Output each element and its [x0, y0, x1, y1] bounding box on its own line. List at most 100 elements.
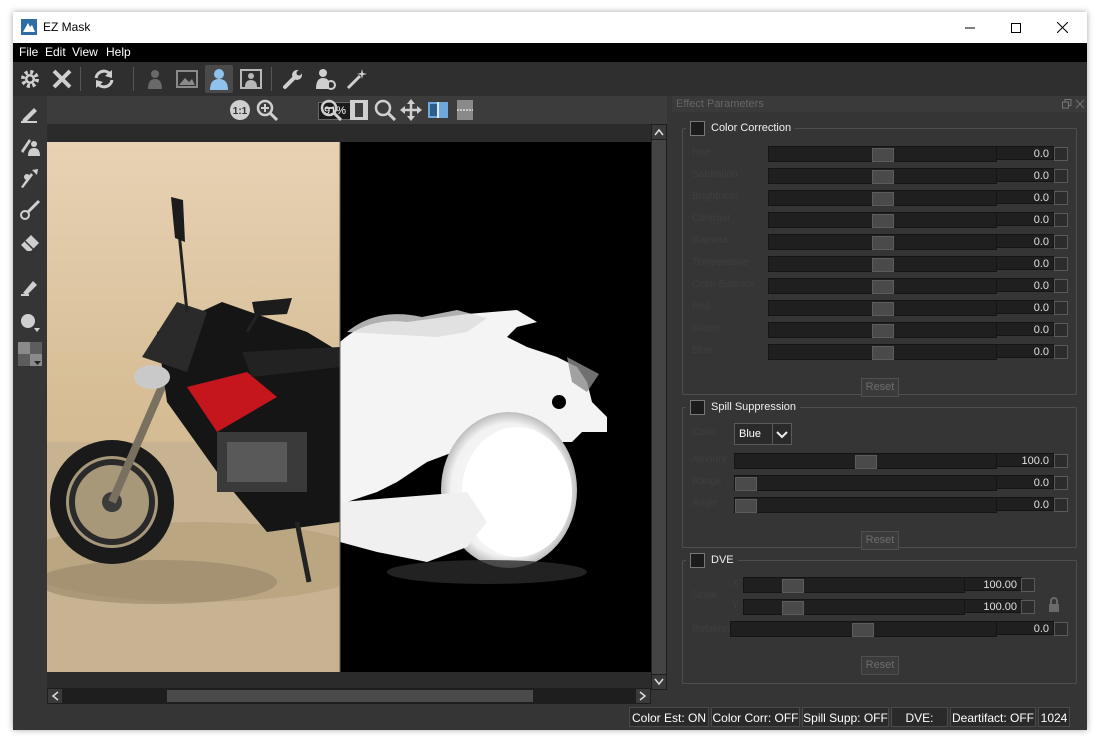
cc-param-value[interactable]: 0.0: [996, 322, 1054, 336]
cc-param-spin[interactable]: [1054, 279, 1068, 293]
spill-param-slider[interactable]: [734, 453, 997, 469]
spill-param-slider[interactable]: [734, 497, 997, 513]
dve-scale-x-value[interactable]: 100.00: [964, 577, 1022, 591]
color-correction-checkbox[interactable]: [690, 120, 705, 136]
split-horizontal-button[interactable]: [454, 99, 476, 121]
panel-close-icon[interactable]: [1075, 99, 1085, 109]
foreground-brush-button[interactable]: [16, 132, 44, 160]
cc-param-value[interactable]: 0.0: [996, 146, 1054, 160]
cc-param-slider[interactable]: [768, 344, 997, 360]
cc-param-slider[interactable]: [768, 146, 997, 162]
cc-param-value[interactable]: 0.0: [996, 190, 1054, 204]
menu-file[interactable]: File: [19, 45, 38, 59]
slider-handle[interactable]: [782, 579, 804, 593]
foreground-paint-button[interactable]: [16, 164, 44, 192]
maximize-button[interactable]: [993, 12, 1039, 43]
zoom-tool-button[interactable]: [374, 99, 396, 121]
dve-checkbox[interactable]: [690, 552, 705, 568]
pan-tool-button[interactable]: [400, 99, 422, 121]
spill-param-slider[interactable]: [734, 475, 997, 491]
one-to-one-button[interactable]: 1:1: [229, 99, 251, 121]
slider-handle[interactable]: [735, 477, 757, 491]
dve-rotation-slider[interactable]: [730, 621, 997, 637]
mask-view-button[interactable]: [205, 65, 233, 93]
person-settings-button[interactable]: [311, 65, 339, 93]
cc-param-spin[interactable]: [1054, 345, 1068, 359]
fill-tool-button[interactable]: [16, 272, 44, 300]
scroll-up-button[interactable]: [652, 125, 666, 139]
image-canvas[interactable]: [47, 142, 651, 672]
cc-param-slider[interactable]: [768, 190, 997, 206]
slider-handle[interactable]: [855, 455, 877, 469]
slider-handle[interactable]: [872, 280, 894, 294]
spill-param-value[interactable]: 100.0: [996, 453, 1054, 467]
spill-param-value[interactable]: 0.0: [996, 497, 1054, 511]
cc-param-spin[interactable]: [1054, 213, 1068, 227]
menu-edit[interactable]: Edit: [45, 45, 66, 59]
cc-param-value[interactable]: 0.0: [996, 168, 1054, 182]
cc-param-spin[interactable]: [1054, 169, 1068, 183]
refresh-button[interactable]: [90, 65, 118, 93]
settings-button[interactable]: [16, 65, 44, 93]
cc-param-value[interactable]: 0.0: [996, 256, 1054, 270]
cc-param-value[interactable]: 0.0: [996, 344, 1054, 358]
spill-param-spin[interactable]: [1054, 498, 1068, 512]
close-button[interactable]: [1039, 12, 1085, 43]
slider-handle[interactable]: [872, 258, 894, 272]
slider-handle[interactable]: [872, 346, 894, 360]
spill-param-value[interactable]: 0.0: [996, 475, 1054, 489]
cc-param-spin[interactable]: [1054, 323, 1068, 337]
spill-param-spin[interactable]: [1054, 476, 1068, 490]
fit-height-button[interactable]: [348, 99, 370, 121]
cc-param-spin[interactable]: [1054, 191, 1068, 205]
slider-handle[interactable]: [872, 170, 894, 184]
horizontal-scrollbar[interactable]: [47, 688, 651, 704]
cc-param-slider[interactable]: [768, 256, 997, 272]
clear-button[interactable]: [48, 65, 76, 93]
cc-param-spin[interactable]: [1054, 301, 1068, 315]
spill-suppression-checkbox[interactable]: [690, 399, 705, 415]
dve-scale-y-value[interactable]: 100.00: [964, 599, 1022, 613]
menu-view[interactable]: View: [72, 45, 98, 59]
dve-scale-x-slider[interactable]: [743, 577, 965, 593]
foreground-view-button[interactable]: [141, 65, 169, 93]
split-vertical-button[interactable]: [427, 99, 449, 121]
cc-param-spin[interactable]: [1054, 147, 1068, 161]
auto-mask-button[interactable]: [343, 65, 371, 93]
undock-icon[interactable]: [1062, 99, 1072, 109]
dve-scale-y-spin[interactable]: [1021, 600, 1035, 614]
slider-handle[interactable]: [735, 499, 757, 513]
slider-handle[interactable]: [782, 601, 804, 615]
cc-param-value[interactable]: 0.0: [996, 234, 1054, 248]
dve-scale-x-spin[interactable]: [1021, 578, 1035, 592]
spill-color-select[interactable]: Blue: [734, 423, 792, 445]
cc-param-spin[interactable]: [1054, 235, 1068, 249]
dve-scale-y-slider[interactable]: [743, 599, 965, 615]
minimize-button[interactable]: [947, 12, 993, 43]
scroll-right-button[interactable]: [636, 689, 650, 703]
cc-param-value[interactable]: 0.0: [996, 278, 1054, 292]
refine-brush-button[interactable]: [16, 196, 44, 224]
dve-rotation-spin[interactable]: [1054, 622, 1068, 636]
zoom-out-button[interactable]: [320, 99, 342, 121]
zoom-in-button[interactable]: [256, 99, 278, 121]
cc-param-slider[interactable]: [768, 300, 997, 316]
slider-handle[interactable]: [872, 192, 894, 206]
dve-rotation-value[interactable]: 0.0: [996, 621, 1054, 635]
background-view-button[interactable]: [173, 65, 201, 93]
slider-handle[interactable]: [872, 148, 894, 162]
horizontal-scroll-thumb[interactable]: [167, 690, 533, 702]
slider-handle[interactable]: [872, 236, 894, 250]
shape-tool-button[interactable]: [16, 308, 44, 336]
dve-reset-button[interactable]: Reset: [861, 656, 899, 675]
cc-param-slider[interactable]: [768, 168, 997, 184]
composite-view-button[interactable]: [237, 65, 265, 93]
scroll-down-button[interactable]: [652, 675, 666, 689]
cc-param-value[interactable]: 0.0: [996, 212, 1054, 226]
cc-param-slider[interactable]: [768, 234, 997, 250]
spill-reset-button[interactable]: Reset: [861, 531, 899, 550]
eraser-tool-button[interactable]: [16, 228, 44, 256]
spill-param-spin[interactable]: [1054, 454, 1068, 468]
slider-handle[interactable]: [872, 302, 894, 316]
vertical-scroll-thumb[interactable]: [652, 140, 666, 674]
